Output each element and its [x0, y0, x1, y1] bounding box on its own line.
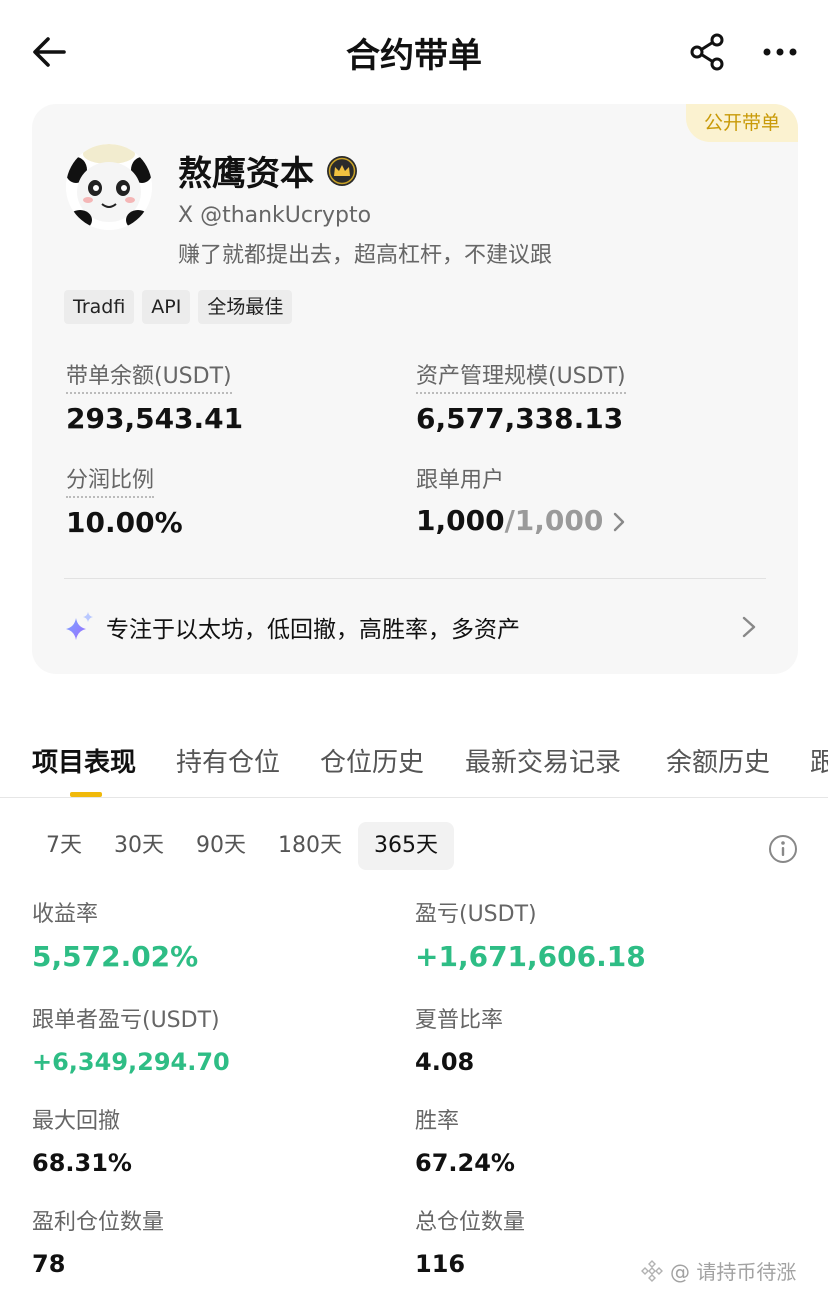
tab-performance[interactable]: 项目表现	[32, 742, 136, 779]
stat-value: 10.00%	[66, 506, 183, 539]
stat-label: 跟单用户	[416, 468, 505, 493]
tab-latest-trades[interactable]: 最新交易记录	[465, 742, 621, 779]
metric-label: 盈利仓位数量	[32, 1210, 165, 1235]
watermark: @ 请持币待涨	[640, 1256, 796, 1285]
metric-value: 78	[32, 1250, 66, 1278]
card-divider	[64, 578, 766, 579]
stat-value: 6,577,338.13	[416, 402, 624, 435]
metric-winning-positions: 盈利仓位数量 78	[32, 1204, 164, 1278]
metric-value: 116	[415, 1250, 466, 1278]
top-nav: 合约带单	[0, 0, 828, 104]
tag-item: 全场最佳	[198, 290, 293, 324]
period-filter: 7天 30天 90天 180天 365天	[30, 822, 454, 870]
stat-value: 293,543.41	[66, 402, 244, 435]
metric-value: +6,349,294.70	[32, 1048, 230, 1076]
strategy-focus-text: 专注于以太坊，低回撤，高胜率，多资产	[106, 617, 520, 643]
trader-tags: Tradfi API 全场最佳	[64, 290, 293, 324]
stat-copy-balance[interactable]: 带单余额(USDT) 293,543.41	[66, 358, 243, 435]
metric-label: 收益率	[32, 902, 99, 927]
metric-value: 67.24%	[415, 1149, 515, 1177]
period-90d[interactable]: 90天	[180, 822, 262, 870]
sparkle-icon	[66, 612, 93, 640]
metric-pnl: 盈亏(USDT) +1,671,606.18	[415, 896, 646, 973]
panda-avatar-icon	[66, 144, 152, 230]
tab-followers-partial[interactable]: 跟	[810, 742, 828, 779]
metric-roi: 收益率 5,572.02%	[32, 896, 198, 973]
avatar[interactable]	[66, 144, 152, 230]
metric-max-drawdown: 最大回撤 68.31%	[32, 1103, 132, 1177]
metric-value: +1,671,606.18	[415, 940, 646, 973]
binance-logo-icon	[641, 1259, 663, 1282]
active-tab-indicator	[70, 792, 102, 797]
chevron-right-icon	[742, 616, 756, 638]
stat-value: 1,000/1,000	[416, 504, 625, 537]
period-365d[interactable]: 365天	[358, 822, 454, 870]
chevron-right-icon	[614, 512, 625, 532]
metric-winrate: 胜率 67.24%	[415, 1103, 515, 1177]
stat-profit-share[interactable]: 分润比例 10.00%	[66, 462, 183, 539]
trader-bio: 赚了就都提出去，超高杠杆，不建议跟	[178, 243, 553, 268]
period-180d[interactable]: 180天	[262, 822, 358, 870]
strategy-focus-row[interactable]: 专注于以太坊，低回撤，高胜率，多资产	[64, 606, 766, 646]
stat-label: 分润比例	[66, 462, 155, 498]
more-icon[interactable]	[760, 32, 800, 72]
metric-value: 5,572.02%	[32, 940, 199, 973]
metric-follower-pnl: 跟单者盈亏(USDT) +6,349,294.70	[32, 1002, 230, 1076]
tag-item: API	[142, 290, 191, 324]
share-icon[interactable]	[688, 32, 728, 72]
followers-count: 1,000	[416, 504, 505, 537]
trader-name-row: 熬鹰资本	[178, 146, 358, 195]
watermark-text: @ 请持币待涨	[670, 1260, 797, 1284]
metric-total-positions: 总仓位数量 116	[415, 1204, 525, 1278]
info-icon[interactable]	[768, 834, 798, 864]
metric-label: 胜率	[415, 1109, 460, 1134]
metric-label: 夏普比率	[415, 1008, 504, 1033]
crown-icon	[327, 155, 357, 186]
stat-label: 带单余额(USDT)	[66, 358, 232, 394]
metric-label: 总仓位数量	[415, 1210, 526, 1235]
metric-value: 68.31%	[32, 1149, 132, 1177]
metric-label: 跟单者盈亏(USDT)	[32, 1008, 220, 1033]
tab-position-history[interactable]: 仓位历史	[320, 742, 424, 779]
metric-value: 4.08	[415, 1048, 475, 1076]
trader-name: 熬鹰资本	[178, 154, 314, 194]
trader-handle[interactable]: X @thankUcrypto	[178, 203, 371, 228]
tab-balance-history[interactable]: 余额历史	[666, 742, 770, 779]
stat-followers[interactable]: 跟单用户 1,000/1,000	[416, 462, 625, 537]
public-copy-badge: 公开带单	[685, 104, 798, 142]
followers-max: /1,000	[504, 504, 604, 537]
stat-label: 资产管理规模(USDT)	[416, 358, 626, 394]
metric-label: 最大回撤	[32, 1109, 121, 1134]
metric-label: 盈亏(USDT)	[415, 902, 537, 927]
section-tabs: 项目表现 持有仓位 仓位历史 最新交易记录 余额历史 跟	[0, 728, 828, 798]
tab-open-positions[interactable]: 持有仓位	[176, 742, 280, 779]
trader-profile-card: 公开带单 熬鹰资本 X @thankUcrypto 赚了就都提出去，超高杠杆，不…	[32, 104, 798, 674]
tag-item: Tradfi	[64, 290, 135, 324]
metric-sharpe: 夏普比率 4.08	[415, 1002, 503, 1076]
period-30d[interactable]: 30天	[98, 822, 180, 870]
stat-aum[interactable]: 资产管理规模(USDT) 6,577,338.13	[416, 358, 626, 435]
period-7d[interactable]: 7天	[30, 822, 98, 870]
